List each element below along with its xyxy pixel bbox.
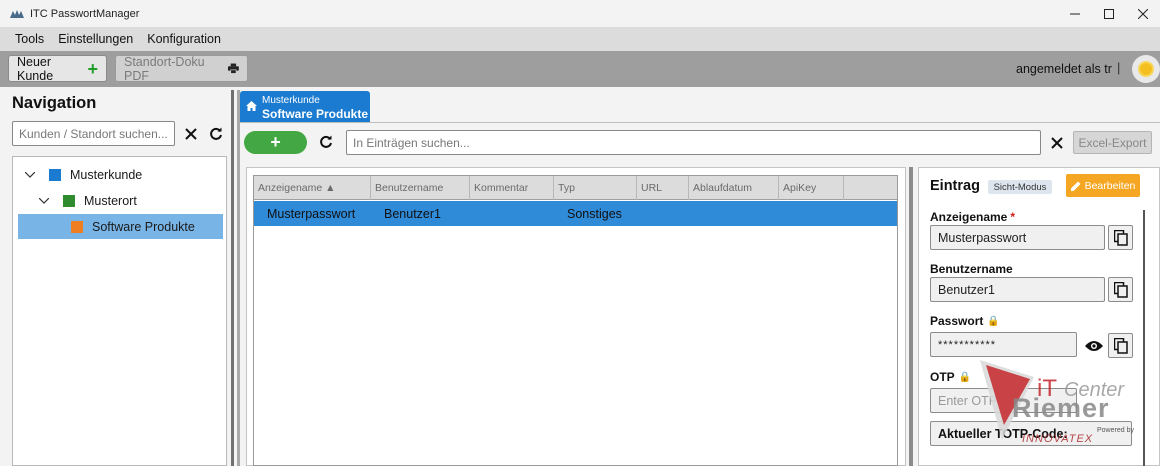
- tree-item-label: Musterkunde: [70, 168, 143, 182]
- column-header-apikey[interactable]: ApiKey: [779, 176, 844, 200]
- close-window-button[interactable]: [1126, 0, 1160, 27]
- customer-color-swatch: [49, 169, 61, 181]
- name-field-label: Anzeigename *: [930, 210, 1015, 224]
- copy-username-button[interactable]: [1108, 277, 1133, 302]
- detail-title: Eintrag: [930, 178, 980, 194]
- tree-item-musterort[interactable]: Musterort: [38, 189, 215, 213]
- pencil-icon: [1070, 181, 1081, 191]
- table-header: Anzeigename ▲ Benutzername Kommentar Typ…: [254, 176, 897, 200]
- maximize-icon: [1104, 8, 1114, 19]
- name-label-text: Anzeigename: [930, 210, 1008, 224]
- tree-item-label: Musterort: [84, 194, 137, 208]
- excel-export-button[interactable]: Excel-Export: [1073, 131, 1152, 154]
- refresh-icon: [210, 127, 222, 140]
- logo-innovatex-text: INNOVATEX: [1022, 433, 1094, 445]
- copy-name-button[interactable]: [1108, 225, 1133, 250]
- tree-item-label: Software Produkte: [92, 219, 195, 234]
- edit-button[interactable]: Bearbeiten: [1066, 174, 1140, 197]
- column-header-kommentar[interactable]: Kommentar: [470, 176, 554, 200]
- close-icon: [1138, 8, 1148, 19]
- close-icon: [185, 128, 197, 140]
- column-header-ablaufdatum[interactable]: Ablaufdatum: [689, 176, 779, 200]
- refresh-tree-button[interactable]: [206, 124, 226, 144]
- menu-einstellungen[interactable]: Einstellungen: [51, 32, 140, 46]
- itcenter-riemer-logo: iT Center Riemer Powered by INNOVATEX: [972, 355, 1150, 450]
- plus-icon: +: [270, 132, 281, 152]
- maximize-button[interactable]: [1092, 0, 1126, 27]
- group-color-swatch: [71, 220, 83, 233]
- tab-customer-label: Musterkunde: [262, 95, 320, 106]
- menu-konfiguration[interactable]: Konfiguration: [140, 32, 228, 46]
- printer-icon: [228, 63, 239, 74]
- menu-tools[interactable]: Tools: [8, 32, 51, 46]
- sun-icon: [1140, 63, 1152, 75]
- table-row[interactable]: Musterpasswort Benutzer1 Sonstiges: [254, 201, 897, 226]
- required-marker: *: [1010, 210, 1016, 224]
- home-icon: [246, 101, 257, 111]
- cell-benutzername: Benutzer1: [384, 206, 441, 221]
- copy-icon: [1113, 337, 1128, 354]
- eye-icon: [1084, 340, 1103, 351]
- theme-toggle-button[interactable]: [1132, 55, 1160, 83]
- cell-typ: Sonstiges: [567, 206, 622, 221]
- otp-label-text: OTP: [930, 370, 955, 384]
- clear-entry-search-button[interactable]: [1048, 133, 1066, 153]
- lock-icon: 🔒: [958, 371, 972, 383]
- column-header-url[interactable]: URL: [637, 176, 689, 200]
- customer-search-input[interactable]: [12, 121, 175, 146]
- location-color-swatch: [63, 195, 75, 207]
- minimize-button[interactable]: [1058, 0, 1092, 27]
- password-field-label: Passwort 🔒: [930, 314, 1000, 328]
- add-entry-button[interactable]: +: [244, 131, 307, 154]
- user-field-label: Benutzername: [930, 262, 1013, 276]
- refresh-icon: [320, 135, 332, 148]
- title-bar: ITC PasswortManager: [0, 0, 1160, 27]
- new-customer-button[interactable]: Neuer Kunde +: [8, 54, 107, 83]
- edit-button-label: Bearbeiten: [1084, 179, 1136, 192]
- toolbar: Neuer Kunde + Standort-Doku PDF: [0, 51, 1160, 87]
- minimize-icon: [1070, 13, 1080, 14]
- column-header-typ[interactable]: Typ: [554, 176, 637, 200]
- splitter[interactable]: [231, 90, 234, 466]
- new-customer-label: Neuer Kunde: [17, 54, 54, 83]
- otp-field-label: OTP 🔒: [930, 370, 971, 384]
- tab-title: Software Produkte: [262, 107, 369, 121]
- customer-tree: Musterkunde Musterort Software Produkte: [12, 156, 227, 466]
- refresh-entries-button[interactable]: [316, 132, 336, 152]
- column-header-benutzername[interactable]: Benutzername: [371, 176, 470, 200]
- toolbar-separator: |: [1117, 60, 1121, 75]
- tab-software-produkte[interactable]: Musterkunde Software Produkte: [240, 91, 370, 122]
- navigation-title: Navigation: [12, 94, 97, 112]
- detail-splitter[interactable]: [909, 167, 913, 466]
- password-field[interactable]: ***********: [930, 332, 1077, 357]
- doku-label: Standort-Doku PDF: [124, 54, 205, 83]
- entry-search-input[interactable]: [346, 130, 1041, 155]
- logo-riemer-text: Riemer: [1012, 393, 1110, 423]
- lock-icon: 🔒: [987, 315, 1000, 327]
- tree-item-software-produkte[interactable]: Software Produkte: [18, 214, 223, 239]
- window-title: ITC PasswortManager: [30, 7, 140, 20]
- view-mode-badge: Sicht-Modus: [988, 180, 1052, 194]
- logged-in-user-text: angemeldet als tr: [1016, 62, 1112, 76]
- clear-search-button[interactable]: [182, 124, 200, 144]
- plus-icon: +: [87, 58, 98, 79]
- chevron-down-icon[interactable]: [24, 170, 37, 181]
- standort-doku-pdf-button[interactable]: Standort-Doku PDF: [115, 54, 248, 83]
- cell-anzeigename: Musterpasswort: [267, 206, 356, 221]
- menu-bar: Tools Einstellungen Konfiguration: [0, 27, 1160, 51]
- username-field[interactable]: Benutzer1: [930, 277, 1105, 302]
- app-logo-icon: [10, 9, 24, 18]
- name-field[interactable]: Musterpasswort: [930, 225, 1105, 250]
- entries-table: Anzeigename ▲ Benutzername Kommentar Typ…: [253, 175, 898, 466]
- chevron-down-icon[interactable]: [38, 196, 51, 207]
- copy-icon: [1113, 229, 1128, 246]
- column-header-anzeigename[interactable]: Anzeigename ▲: [254, 176, 371, 200]
- tree-item-musterkunde[interactable]: Musterkunde: [24, 163, 215, 187]
- password-label-text: Passwort: [930, 314, 984, 328]
- close-icon: [1051, 137, 1063, 149]
- logo-powered-text: Powered by: [1097, 427, 1134, 434]
- copy-icon: [1113, 281, 1128, 298]
